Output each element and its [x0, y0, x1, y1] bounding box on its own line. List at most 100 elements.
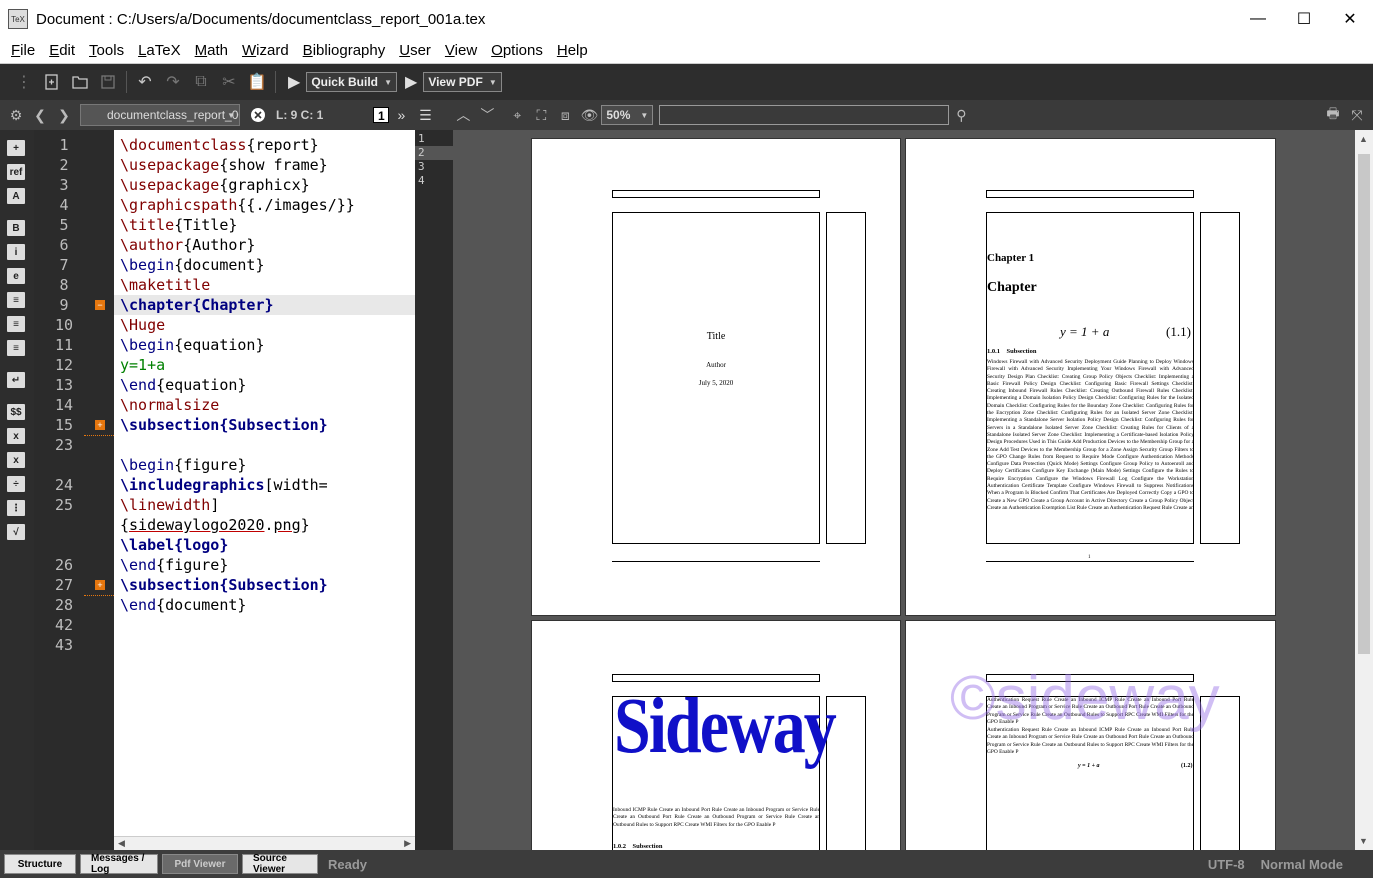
menu-view[interactable]: View: [438, 42, 484, 59]
zoom-combo[interactable]: 50%: [601, 105, 654, 125]
code-line[interactable]: \maketitle: [120, 275, 210, 295]
tab-source-viewer[interactable]: Source Viewer: [242, 853, 318, 875]
latex-tool-icon[interactable]: ÷: [7, 476, 25, 492]
tab-messages-log[interactable]: Messages / Log: [80, 853, 158, 875]
latex-tool-icon[interactable]: x: [7, 452, 25, 468]
editor-mode-label[interactable]: Normal Mode: [1261, 857, 1343, 872]
code-line[interactable]: \Huge: [120, 315, 165, 335]
latex-tool-icon[interactable]: ⋮: [7, 500, 25, 516]
code-line[interactable]: \includegraphics[width=: [120, 475, 328, 495]
redo-icon[interactable]: ↷: [159, 68, 187, 96]
structure-line[interactable]: 1: [415, 132, 453, 146]
paste-icon[interactable]: 📋: [243, 68, 271, 96]
menu-bibliography[interactable]: Bibliography: [296, 42, 393, 59]
latex-tool-icon[interactable]: i: [7, 244, 25, 260]
code-line[interactable]: \title{Title}: [120, 215, 237, 235]
open-file-combo[interactable]: documentclass_report_001a.tex: [80, 104, 240, 126]
code-line[interactable]: \author{Author}: [120, 235, 255, 255]
eye-icon[interactable]: 👁: [577, 103, 601, 127]
latex-tool-icon[interactable]: ≡: [7, 316, 25, 332]
close-file-icon[interactable]: [246, 103, 270, 127]
code-line[interactable]: \begin{document}: [120, 255, 265, 275]
close-button[interactable]: ✕: [1327, 0, 1373, 38]
code-line[interactable]: \subsection{Subsection}: [120, 575, 328, 595]
pdf-page-4[interactable]: Authentication Request Rule Create an In…: [905, 620, 1276, 850]
pdf-page-2[interactable]: Chapter 1 Chapter y = 1 + a (1.1) 1.0.1 …: [905, 138, 1276, 616]
structure-line[interactable]: 3: [415, 160, 453, 174]
up-arrow-icon[interactable]: ︿: [451, 103, 475, 127]
save-icon[interactable]: [94, 68, 122, 96]
minimize-button[interactable]: —: [1235, 0, 1281, 38]
code-line[interactable]: \end{equation}: [120, 375, 246, 395]
latex-tool-icon[interactable]: ref: [7, 164, 25, 180]
code-editor[interactable]: \documentclass{report} \usepackage{show f…: [114, 130, 415, 850]
forward-arrow-icon[interactable]: ❯: [52, 103, 76, 127]
code-line[interactable]: \normalsize: [120, 395, 219, 415]
code-line[interactable]: \usepackage{graphicx}: [120, 175, 310, 195]
menu-wizard[interactable]: Wizard: [235, 42, 296, 59]
view-play-icon[interactable]: ▶: [405, 72, 417, 92]
fold-collapse-icon[interactable]: −: [95, 300, 105, 310]
latex-tool-icon[interactable]: B: [7, 220, 25, 236]
encoding-label[interactable]: UTF-8: [1208, 857, 1245, 872]
pdf-search-input[interactable]: [659, 105, 950, 125]
back-arrow-icon[interactable]: ❮: [28, 103, 52, 127]
pdf-page-1[interactable]: Title Author July 5, 2020: [531, 138, 901, 616]
down-arrow-icon[interactable]: ﹀: [475, 103, 499, 127]
bookmark-icon[interactable]: ⚙: [4, 103, 28, 127]
list-icon[interactable]: ☰: [413, 103, 437, 127]
undo-icon[interactable]: ↶: [131, 68, 159, 96]
latex-tool-icon[interactable]: e: [7, 268, 25, 284]
code-line[interactable]: \linewidth]: [120, 495, 219, 515]
build-combo[interactable]: Quick Build: [306, 72, 397, 92]
code-line[interactable]: \chapter{Chapter}: [120, 295, 274, 315]
fit-page-icon[interactable]: ⧈: [553, 103, 577, 127]
print-icon[interactable]: 🖶: [1321, 103, 1345, 127]
fit-width-icon[interactable]: ⛶: [529, 103, 553, 127]
code-line[interactable]: \usepackage{show frame}: [120, 155, 328, 175]
code-line[interactable]: \end{document}: [120, 595, 246, 615]
latex-tool-icon[interactable]: √: [7, 524, 25, 540]
latex-tool-icon[interactable]: $$: [7, 404, 25, 420]
fit-icon[interactable]: ⌖: [505, 103, 529, 127]
structure-line[interactable]: 2: [415, 146, 453, 160]
code-line[interactable]: {sidewaylogo2020.png}: [120, 515, 310, 535]
editor-horizontal-scrollbar[interactable]: ◀ ▶: [114, 836, 415, 850]
code-line[interactable]: y=1+a: [120, 355, 165, 375]
scrollbar-thumb[interactable]: [1358, 154, 1370, 654]
menu-file[interactable]: File: [4, 42, 42, 59]
menu-tools[interactable]: Tools: [82, 42, 131, 59]
cut-icon[interactable]: ✂: [215, 68, 243, 96]
maximize-button[interactable]: ☐: [1281, 0, 1327, 38]
tab-structure[interactable]: Structure: [4, 854, 76, 874]
latex-tool-icon[interactable]: +: [7, 140, 25, 156]
pdf-vertical-scrollbar[interactable]: ▲ ▼: [1355, 130, 1373, 850]
view-pdf-combo[interactable]: View PDF: [423, 72, 502, 92]
open-folder-icon[interactable]: [66, 68, 94, 96]
fold-expand-icon[interactable]: +: [95, 580, 105, 590]
menu-options[interactable]: Options: [484, 42, 550, 59]
pdf-page-3[interactable]: Sideway Inbound ICMP Rule Create an Inbo…: [531, 620, 901, 850]
copy-icon[interactable]: ⧉: [187, 68, 215, 96]
latex-tool-icon[interactable]: ≡: [7, 292, 25, 308]
menu-help[interactable]: Help: [550, 42, 595, 59]
latex-tool-icon[interactable]: A: [7, 188, 25, 204]
menu-latex[interactable]: LaTeX: [131, 42, 188, 59]
code-line[interactable]: \documentclass{report}: [120, 135, 319, 155]
code-line[interactable]: \begin{figure}: [120, 455, 246, 475]
search-icon[interactable]: ⚲: [949, 103, 973, 127]
menu-user[interactable]: User: [392, 42, 438, 59]
code-line[interactable]: \graphicspath{{./images/}}: [120, 195, 355, 215]
new-file-icon[interactable]: [38, 68, 66, 96]
structure-line[interactable]: 4: [415, 174, 453, 188]
latex-tool-icon[interactable]: ↵: [7, 372, 25, 388]
fold-expand-icon[interactable]: +: [95, 420, 105, 430]
latex-tool-icon[interactable]: x: [7, 428, 25, 444]
page-number-box[interactable]: 1: [373, 107, 390, 123]
menu-edit[interactable]: Edit: [42, 42, 82, 59]
more-chevron-icon[interactable]: »: [389, 103, 413, 127]
menu-math[interactable]: Math: [188, 42, 235, 59]
code-line[interactable]: \end{figure}: [120, 555, 228, 575]
undock-icon[interactable]: ⤧: [1345, 103, 1369, 127]
tab-pdf-viewer[interactable]: Pdf Viewer: [162, 854, 238, 874]
